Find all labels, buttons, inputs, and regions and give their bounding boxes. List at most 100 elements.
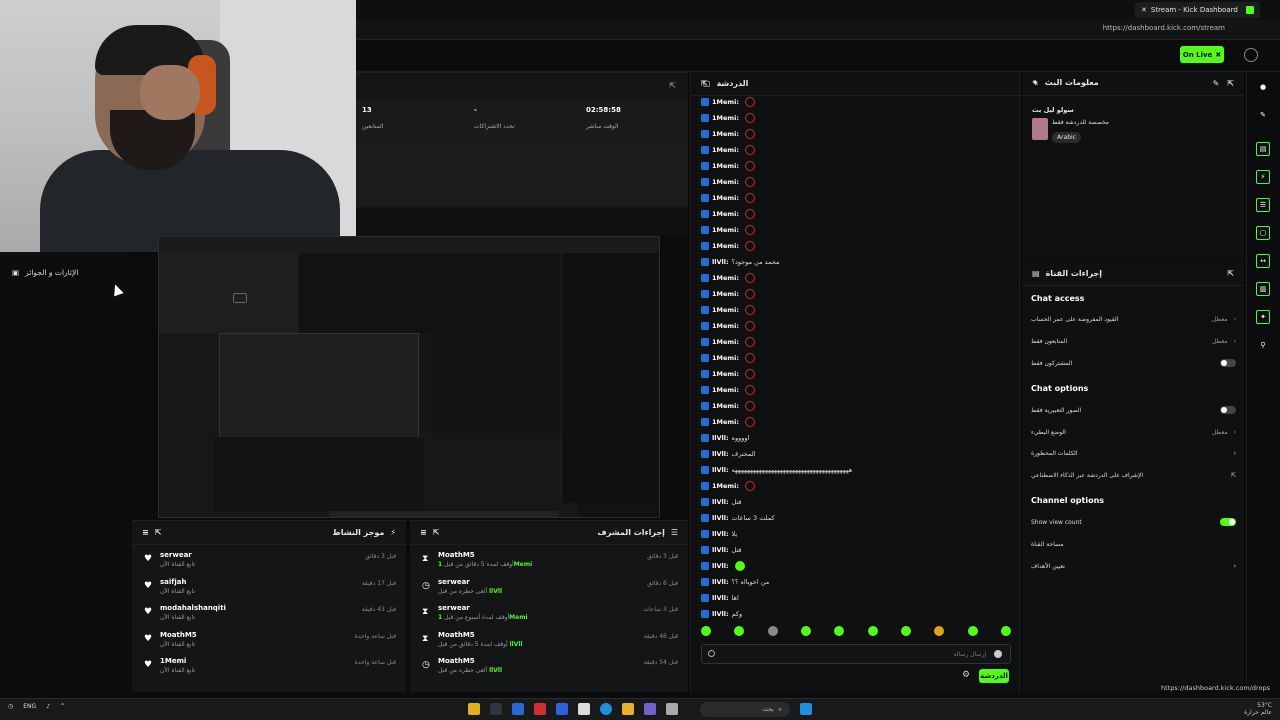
- steam-icon[interactable]: [490, 703, 502, 715]
- chat-message[interactable]: 1Memi:: [701, 304, 755, 316]
- ai-moderation-row[interactable]: الإشراف على الدردشة عبر الذكاء الاصطناعي…: [1031, 468, 1236, 482]
- expand-icon[interactable]: ⇱: [669, 81, 676, 90]
- account-age-row[interactable]: القيود المفروضة على عمر الحساب معطل ›: [1031, 312, 1236, 326]
- folder-icon[interactable]: [622, 703, 634, 715]
- chat-username[interactable]: 1Memi:: [712, 418, 739, 426]
- chat-username[interactable]: 1Memi:: [712, 370, 739, 378]
- chat-username[interactable]: 1Memi:: [712, 114, 739, 122]
- chat-message[interactable]: 1Memi:: [701, 192, 755, 204]
- chat-message[interactable]: llVll: قتل: [701, 496, 742, 508]
- chat-message[interactable]: llVll: يلا: [701, 528, 737, 540]
- gift-icon[interactable]: [708, 650, 715, 657]
- emote-icon[interactable]: [767, 626, 778, 636]
- chat-username[interactable]: llVll:: [712, 466, 729, 474]
- app-icon[interactable]: [534, 703, 546, 715]
- chat-message[interactable]: 1Memi:: [701, 336, 755, 348]
- chat-message[interactable]: 1Memi:: [701, 208, 755, 220]
- browser-tab[interactable]: ✕ Stream - Kick Dashboard: [1135, 2, 1260, 18]
- chat-message[interactable]: llVll: اووووه: [701, 432, 749, 444]
- emote-only-toggle[interactable]: [1220, 406, 1236, 414]
- windows-start-icon[interactable]: [800, 703, 812, 715]
- info-icon[interactable]: ●: [1256, 80, 1270, 94]
- chat-message[interactable]: 1Memi:: [701, 96, 755, 108]
- chat-message[interactable]: 1Memi:: [701, 224, 755, 236]
- chat-message[interactable]: llVll: قتل: [701, 544, 742, 556]
- chat-username[interactable]: 1Memi:: [712, 274, 739, 282]
- share-icon[interactable]: ⚲: [1256, 338, 1270, 352]
- channel-clip-row[interactable]: مساحة القناة: [1031, 537, 1236, 551]
- chat-username[interactable]: 1Memi:: [712, 354, 739, 362]
- chat-username[interactable]: 1Memi:: [712, 194, 739, 202]
- chat-message[interactable]: 1Memi:: [701, 416, 755, 428]
- chat-username[interactable]: 1Memi:: [712, 322, 739, 330]
- code-icon[interactable]: ↔: [1256, 254, 1270, 268]
- chat-message[interactable]: 1Memi:: [701, 160, 755, 172]
- chat-message[interactable]: llVll: هههههههههههههههههههههههههههههههههه…: [701, 464, 852, 476]
- stats-icon[interactable]: ▤: [1256, 142, 1270, 156]
- emoji-icon[interactable]: [994, 650, 1002, 658]
- activity-item[interactable]: ♥ MoathM5 تابع القناة الآن قبل ساعة واحدة: [132, 631, 406, 658]
- chat-message[interactable]: 1Memi:: [701, 400, 755, 412]
- chat-username[interactable]: llVll:: [712, 514, 729, 522]
- go-live-button[interactable]: On Live ✖: [1180, 46, 1224, 63]
- chat-message[interactable]: 1Memi:: [701, 240, 755, 252]
- chat-message[interactable]: 1Memi:: [701, 144, 755, 156]
- chat-message[interactable]: llVll: وكم: [701, 608, 742, 620]
- chat-username[interactable]: llVll:: [712, 530, 729, 538]
- chat-username[interactable]: 1Memi:: [712, 162, 739, 170]
- slow-mode-row[interactable]: الوضع البطيء معطل ›: [1031, 425, 1236, 439]
- chat-username[interactable]: llVll:: [712, 562, 729, 570]
- chat-username[interactable]: llVll:: [712, 594, 729, 602]
- chat-message[interactable]: 1Memi:: [701, 176, 755, 188]
- banned-words-row[interactable]: الكلمات المحظورة ›: [1031, 446, 1236, 460]
- activity-item[interactable]: ♥ serwear تابع القناة الآن قبل 3 دقائق: [132, 551, 406, 578]
- mod-action-item[interactable]: ⧗ MoathM5 أوقف لمدة 5 دقائق من قبل llVll …: [410, 631, 688, 658]
- mic-icon[interactable]: ♪: [46, 703, 50, 710]
- chat-message[interactable]: 1Memi:: [701, 272, 755, 284]
- emote-icon[interactable]: [867, 626, 878, 636]
- language-indicator[interactable]: ENG: [23, 703, 36, 710]
- chat-icon[interactable]: ▢: [1256, 226, 1270, 240]
- chat-username[interactable]: 1Memi:: [712, 130, 739, 138]
- chat-username[interactable]: 1Memi:: [712, 226, 739, 234]
- emote-icon[interactable]: [967, 626, 978, 636]
- weather-widget[interactable]: 53°C عالم حرارة: [1244, 702, 1272, 716]
- chat-username[interactable]: 1Memi:: [712, 338, 739, 346]
- close-tab-icon[interactable]: ✕: [1141, 6, 1147, 14]
- chat-username[interactable]: 1Memi:: [712, 210, 739, 218]
- chat-username[interactable]: llVll:: [712, 610, 729, 618]
- chat-message[interactable]: llVll: كملت 3 ساعات: [701, 512, 775, 524]
- emote-icon[interactable]: [734, 626, 745, 636]
- expand-icon[interactable]: ⇱: [155, 528, 162, 537]
- emote-icon[interactable]: [834, 626, 845, 636]
- chat-username[interactable]: 1Memi:: [712, 98, 739, 106]
- followers-only-row[interactable]: المتابعون فقط معطل ›: [1031, 334, 1236, 348]
- edit-icon[interactable]: ✎: [1256, 108, 1270, 122]
- chat-message[interactable]: 1Memi:: [701, 480, 755, 492]
- chat-username[interactable]: llVll:: [712, 258, 729, 266]
- app-icon[interactable]: [468, 703, 480, 715]
- chat-message[interactable]: 1Memi:: [701, 384, 755, 396]
- wrench-icon[interactable]: ✦: [1256, 310, 1270, 324]
- filter-icon[interactable]: ≡: [142, 528, 149, 537]
- activity-item[interactable]: ♥ modahalshanqiti تابع القناة الآن قبل 43…: [132, 604, 406, 631]
- edge-icon[interactable]: [600, 703, 612, 715]
- chat-username[interactable]: 1Memi:: [712, 290, 739, 298]
- expand-icon[interactable]: ⇱: [1227, 79, 1234, 88]
- chat-message[interactable]: llVll:: [701, 560, 745, 572]
- emote-icon[interactable]: [800, 626, 811, 636]
- app-icon[interactable]: [556, 703, 568, 715]
- chat-username[interactable]: 1Memi:: [712, 242, 739, 250]
- chat-input[interactable]: إرسال رسالة: [701, 644, 1011, 664]
- app-icon[interactable]: [644, 703, 656, 715]
- address-bar[interactable]: https://dashboard.kick.com/stream: [356, 20, 1280, 40]
- chat-username[interactable]: 1Memi:: [712, 178, 739, 186]
- subs-only-toggle[interactable]: [1220, 359, 1236, 367]
- expand-icon[interactable]: ⇱: [433, 528, 440, 537]
- mod-action-item[interactable]: ⧗ MoathM5 أوقف لمدة 5 دقائق من قبل 1Memi …: [410, 551, 688, 578]
- chat-username[interactable]: llVll:: [712, 546, 729, 554]
- taskbar-search[interactable]: بحث ⌕: [700, 702, 790, 717]
- chat-username[interactable]: llVll:: [712, 498, 729, 506]
- channel-icon[interactable]: ▥: [1256, 282, 1270, 296]
- chat-message[interactable]: llVll: من اخويااه ؟؟: [701, 576, 769, 588]
